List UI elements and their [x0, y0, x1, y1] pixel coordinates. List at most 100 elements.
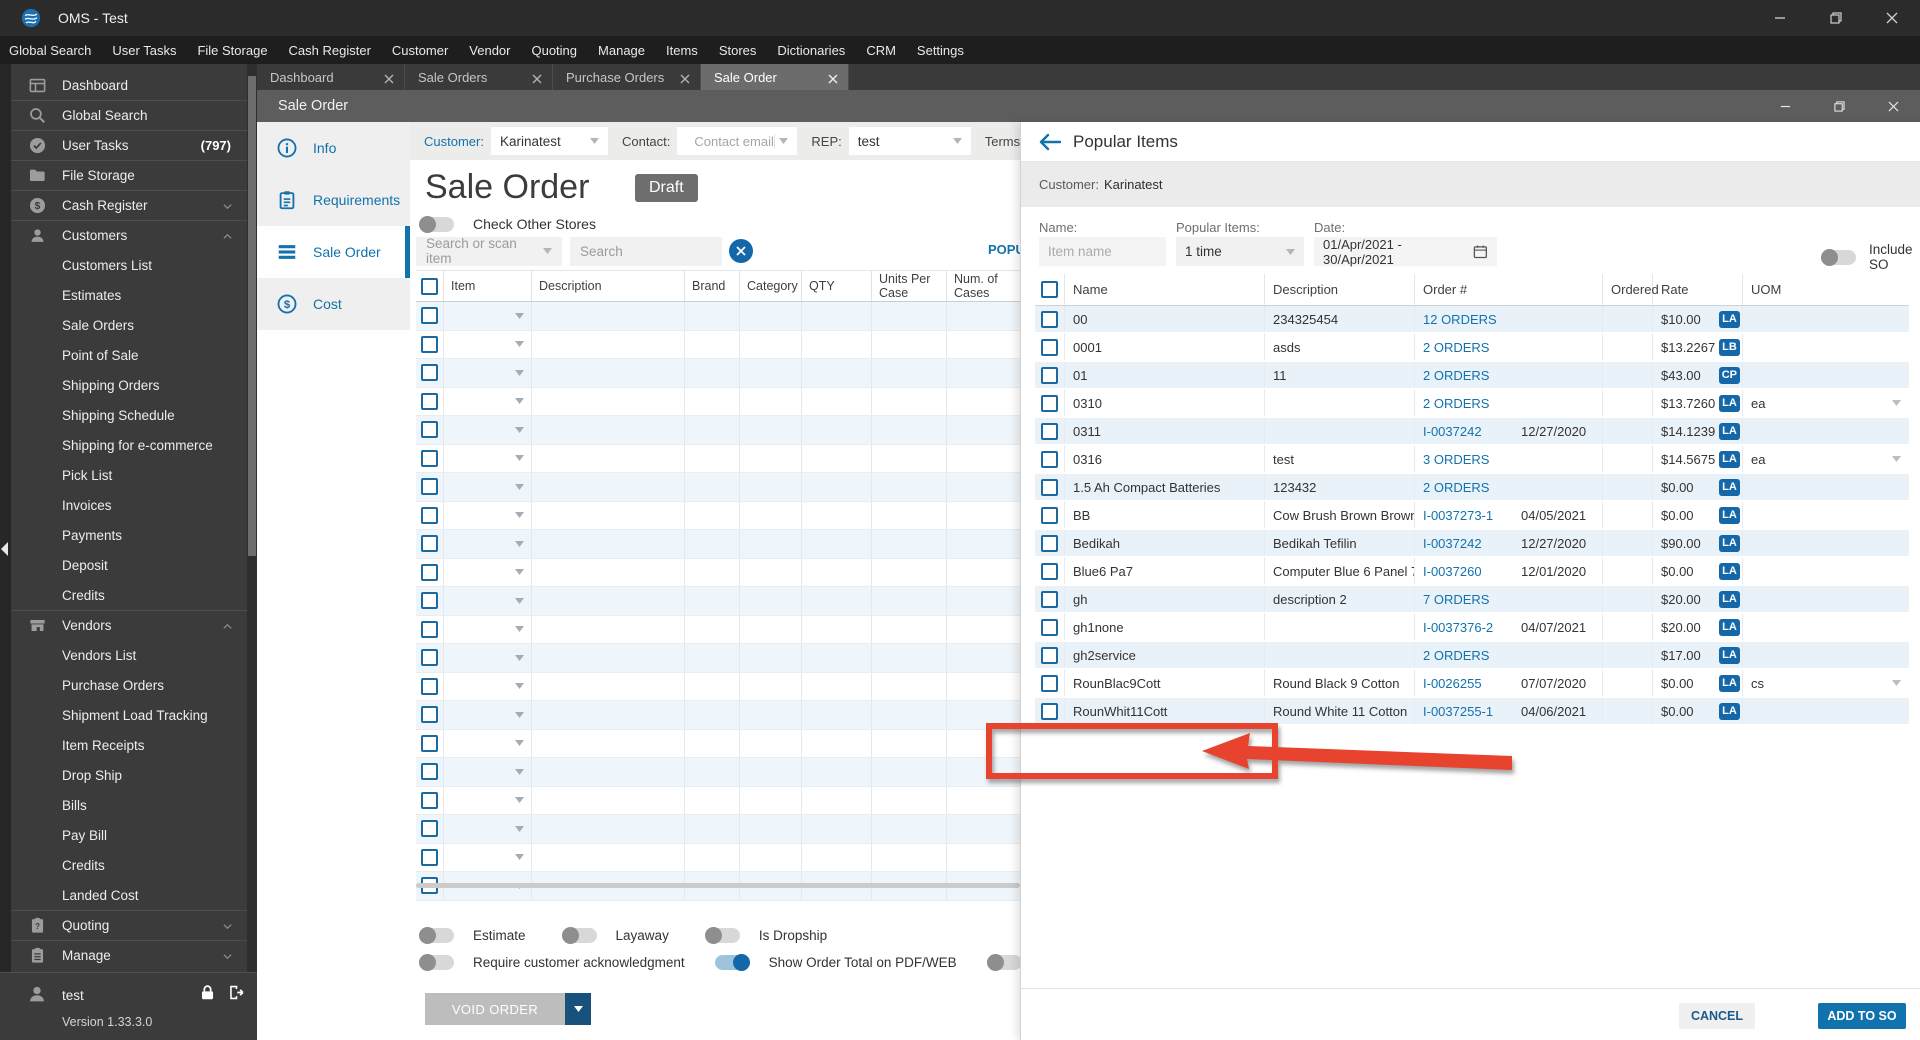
menu-item-dictionaries[interactable]: Dictionaries: [777, 43, 845, 58]
sidebar-item-file-storage[interactable]: File Storage: [11, 160, 247, 190]
sidebar-item-global-search[interactable]: Global Search: [11, 100, 247, 130]
row-checkbox[interactable]: [1041, 646, 1058, 664]
order-link[interactable]: I-0037242: [1423, 424, 1521, 439]
row-checkbox[interactable]: [1041, 450, 1058, 468]
menu-item-global-search[interactable]: Global Search: [9, 43, 91, 58]
row-checkbox[interactable]: [421, 677, 438, 695]
uom-dropdown-icon[interactable]: [1892, 400, 1901, 406]
row-checkbox[interactable]: [421, 848, 438, 866]
order-link[interactable]: I-0037255-1: [1423, 704, 1521, 719]
row-checkbox[interactable]: [421, 706, 438, 724]
sidebar-item-item-receipts[interactable]: Item Receipts: [11, 730, 247, 760]
sidebar-item-credits[interactable]: Credits: [11, 850, 247, 880]
horizontal-scrollbar[interactable]: [416, 883, 1020, 888]
item-dropdown-icon[interactable]: [515, 854, 524, 861]
row-checkbox[interactable]: [421, 392, 438, 410]
sidebar-item-manage[interactable]: Manage: [11, 940, 247, 970]
tab-close-icon[interactable]: [828, 72, 838, 84]
sidebar-item-shipping-for-e-commerce[interactable]: Shipping for e-commerce: [11, 430, 247, 460]
item-dropdown-icon[interactable]: [515, 683, 524, 690]
order-link[interactable]: 3 ORDERS: [1423, 452, 1521, 467]
sidebar-item-landed-cost[interactable]: Landed Cost: [11, 880, 247, 910]
sidebar-item-cash-register[interactable]: $ Cash Register: [11, 190, 247, 220]
menu-item-customer[interactable]: Customer: [392, 43, 448, 58]
order-link[interactable]: 2 ORDERS: [1423, 480, 1521, 495]
row-checkbox[interactable]: [1041, 702, 1058, 720]
row-checkbox[interactable]: [1041, 674, 1058, 692]
sidebar-item-shipment-load-tracking[interactable]: Shipment Load Tracking: [11, 700, 247, 730]
order-link[interactable]: 7 ORDERS: [1423, 592, 1521, 607]
select-all-checkbox[interactable]: [421, 277, 438, 295]
order-link[interactable]: 12 ORDERS: [1423, 312, 1521, 327]
item-dropdown-icon[interactable]: [515, 825, 524, 832]
row-checkbox[interactable]: [421, 421, 438, 439]
inner-restore-button[interactable]: [1812, 90, 1866, 122]
step-requirements[interactable]: Requirements: [257, 174, 410, 226]
row-checkbox[interactable]: [1041, 394, 1058, 412]
sidebar-collapse-icon[interactable]: [0, 541, 10, 557]
sidebar-item-pay-bill[interactable]: Pay Bill: [11, 820, 247, 850]
order-link[interactable]: 2 ORDERS: [1423, 340, 1521, 355]
menu-item-user-tasks[interactable]: User Tasks: [112, 43, 176, 58]
item-name-input[interactable]: [1039, 237, 1166, 266]
tab-close-icon[interactable]: [680, 72, 690, 84]
row-checkbox[interactable]: [421, 592, 438, 610]
void-order-dropdown[interactable]: [565, 993, 591, 1025]
sidebar-item-point-of-sale[interactable]: Point of Sale: [11, 340, 247, 370]
row-checkbox[interactable]: [421, 478, 438, 496]
select-all-checkbox[interactable]: [1041, 281, 1058, 298]
item-dropdown-icon[interactable]: [515, 768, 524, 775]
item-dropdown-icon[interactable]: [515, 540, 524, 547]
item-dropdown-icon[interactable]: [515, 654, 524, 661]
step-info[interactable]: Info: [257, 122, 410, 174]
item-dropdown-icon[interactable]: [515, 455, 524, 462]
row-checkbox[interactable]: [421, 364, 438, 382]
sidebar-scroll-thumb[interactable]: [248, 76, 256, 556]
menu-item-file-storage[interactable]: File Storage: [197, 43, 267, 58]
row-checkbox[interactable]: [1041, 422, 1058, 440]
step-sale-order[interactable]: Sale Order: [257, 226, 410, 278]
sidebar-item-invoices[interactable]: Invoices: [11, 490, 247, 520]
row-checkbox[interactable]: [1041, 366, 1058, 384]
tab-sale-orders[interactable]: Sale Orders: [405, 64, 553, 90]
item-dropdown-icon[interactable]: [515, 312, 524, 319]
sidebar-item-bills[interactable]: Bills: [11, 790, 247, 820]
menu-item-stores[interactable]: Stores: [719, 43, 757, 58]
row-checkbox[interactable]: [421, 620, 438, 638]
row-checkbox[interactable]: [421, 649, 438, 667]
toggle-auto-email-confirma[interactable]: [986, 954, 1022, 971]
rep-select[interactable]: test: [848, 127, 971, 155]
order-link[interactable]: I-0037260: [1423, 564, 1521, 579]
row-checkbox[interactable]: [421, 506, 438, 524]
toggle-layaway[interactable]: [561, 927, 597, 944]
row-checkbox[interactable]: [421, 535, 438, 553]
sidebar-item-estimates[interactable]: Estimates: [11, 280, 247, 310]
row-checkbox[interactable]: [1041, 478, 1058, 496]
sidebar-item-customers-list[interactable]: Customers List: [11, 250, 247, 280]
toggle-is-dropship[interactable]: [704, 927, 740, 944]
item-dropdown-icon[interactable]: [515, 569, 524, 576]
search-input[interactable]: [570, 236, 722, 266]
order-link[interactable]: I-0026255: [1423, 676, 1521, 691]
menu-item-crm[interactable]: CRM: [866, 43, 896, 58]
menu-item-quoting[interactable]: Quoting: [531, 43, 577, 58]
item-dropdown-icon[interactable]: [515, 711, 524, 718]
item-dropdown-icon[interactable]: [515, 740, 524, 747]
tab-close-icon[interactable]: [384, 72, 394, 84]
logout-icon[interactable]: [227, 983, 246, 1002]
item-dropdown-icon[interactable]: [515, 369, 524, 376]
clear-search-icon[interactable]: [729, 239, 753, 263]
step-cost[interactable]: $ Cost: [257, 278, 410, 330]
menu-item-cash-register[interactable]: Cash Register: [289, 43, 371, 58]
tab-close-icon[interactable]: [532, 72, 542, 84]
toggle-show-order-total-on-pdf-web[interactable]: [714, 954, 750, 971]
menu-item-manage[interactable]: Manage: [598, 43, 645, 58]
order-link[interactable]: 2 ORDERS: [1423, 368, 1521, 383]
sidebar-item-deposit[interactable]: Deposit: [11, 550, 247, 580]
row-checkbox[interactable]: [421, 307, 438, 325]
row-checkbox[interactable]: [421, 563, 438, 581]
sidebar-item-vendors[interactable]: Vendors: [11, 610, 247, 640]
item-dropdown-icon[interactable]: [515, 626, 524, 633]
sidebar-item-user-tasks[interactable]: User Tasks (797): [11, 130, 247, 160]
sidebar-item-customers[interactable]: Customers: [11, 220, 247, 250]
